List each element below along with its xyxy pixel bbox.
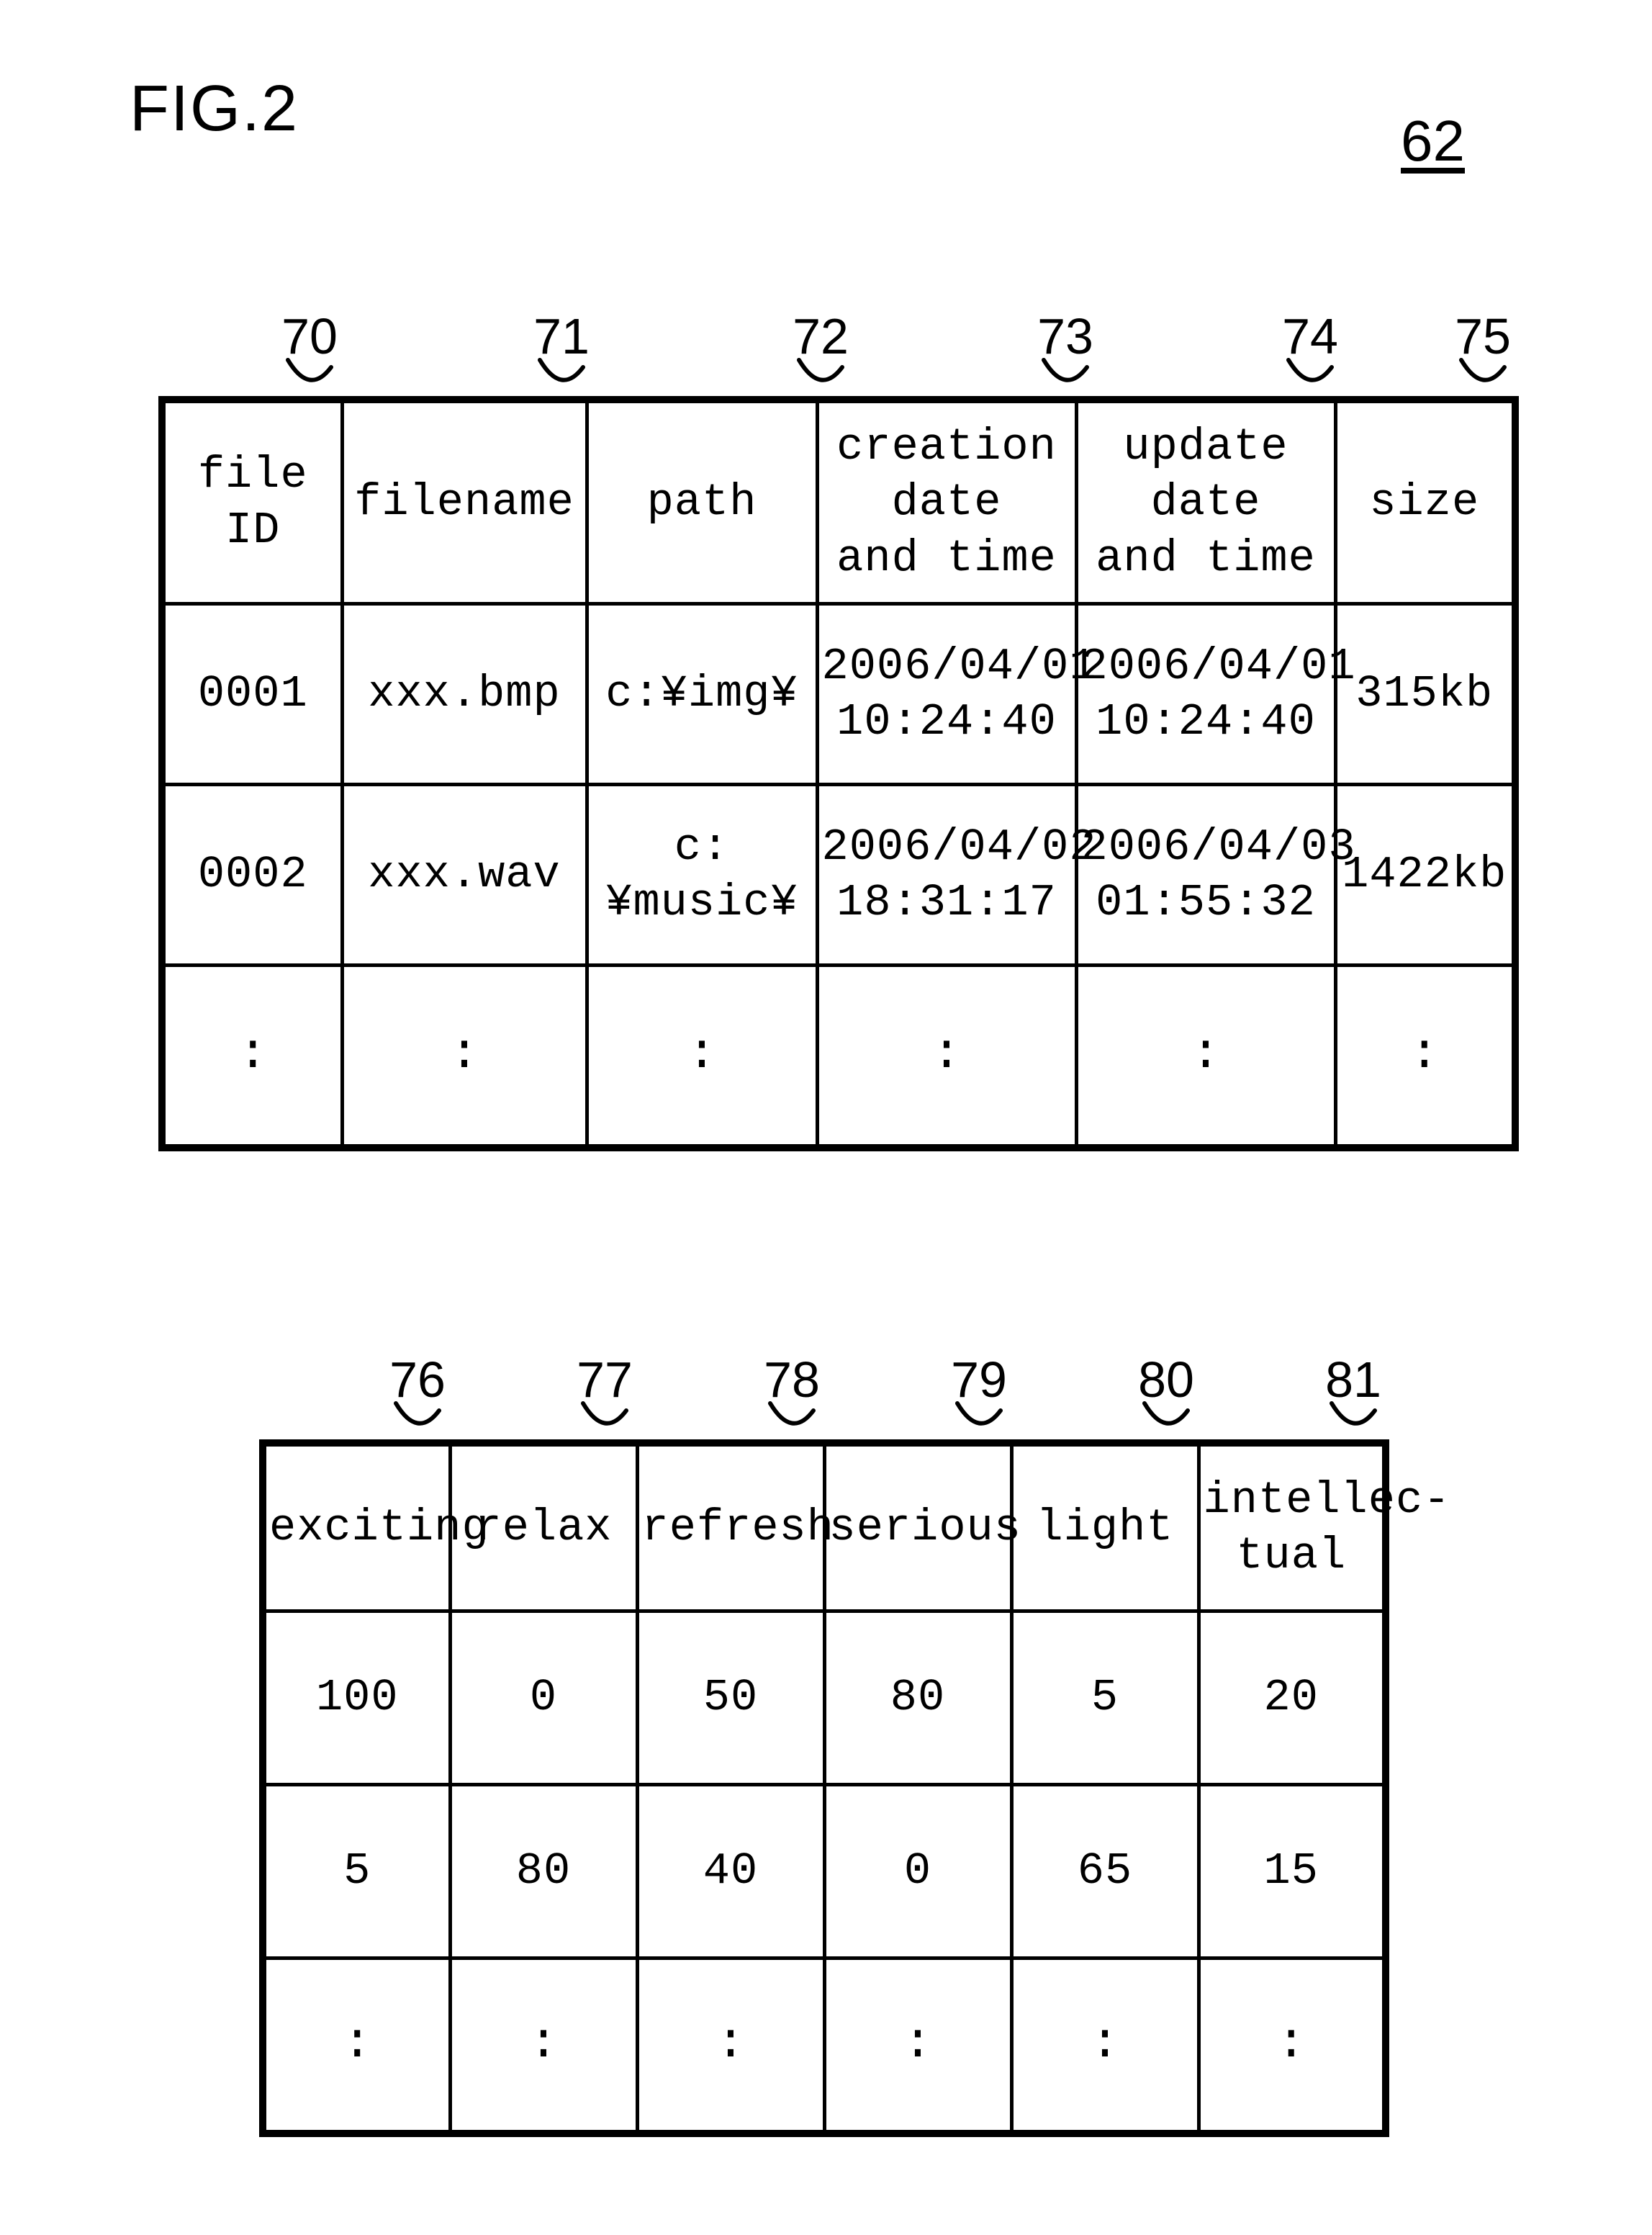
vdots-icon: :: [1199, 1959, 1386, 2134]
cell: 20: [1199, 1611, 1386, 1785]
mood-attribute-table: exciting relax refresh serious light int…: [259, 1439, 1389, 2137]
vdots-icon: :: [817, 966, 1076, 1148]
cell: 0: [824, 1785, 1011, 1959]
cell: 80: [450, 1785, 637, 1959]
table-row: 5 80 40 0 65 15: [263, 1785, 1386, 1959]
col-ref-label: 77: [576, 1351, 633, 1408]
col-ref-75: 75: [1454, 307, 1512, 396]
table-row: 100 0 50 80 5 20: [263, 1611, 1386, 1785]
cell: 0: [450, 1611, 637, 1785]
table-row-ellipsis: : : : : : :: [263, 1959, 1386, 2134]
cell: xxx.bmp: [342, 604, 587, 785]
table2-wrap: 76 77 78 79 80 81: [259, 1339, 1389, 2137]
cell: 2006/04/03 01:55:32: [1076, 785, 1335, 966]
col-ref-79: 79: [950, 1351, 1008, 1439]
vdots-icon: :: [1011, 1959, 1199, 2134]
table-header-row: exciting relax refresh serious light int…: [263, 1443, 1386, 1611]
col-ref-72: 72: [792, 307, 849, 396]
vdots-icon: :: [1076, 966, 1335, 1148]
col-ref-80: 80: [1137, 1351, 1195, 1439]
th-file-id: file ID: [162, 400, 342, 604]
col-ref-77: 77: [576, 1351, 633, 1439]
col-ref-78: 78: [763, 1351, 821, 1439]
col-ref-label: 79: [950, 1351, 1008, 1408]
cell: 65: [1011, 1785, 1199, 1959]
table1-wrap: 70 71 72 73 74 75: [158, 295, 1522, 1151]
th-exciting: exciting: [263, 1443, 450, 1611]
table-row: 0002 xxx.wav c:¥music¥ 2006/04/02 18:31:…: [162, 785, 1515, 966]
col-ref-label: 80: [1137, 1351, 1195, 1408]
cell: 5: [1011, 1611, 1199, 1785]
col-ref-74: 74: [1281, 307, 1339, 396]
table-row: 0001 xxx.bmp c:¥img¥ 2006/04/01 10:24:40…: [162, 604, 1515, 785]
col-ref-label: 71: [533, 307, 590, 365]
vdots-icon: :: [450, 1959, 637, 2134]
col-ref-71: 71: [533, 307, 590, 396]
file-metadata-table: file ID filename path creation date and …: [158, 396, 1519, 1151]
cell: xxx.wav: [342, 785, 587, 966]
cell: c:¥music¥: [587, 785, 817, 966]
cell: 1422kb: [1335, 785, 1515, 966]
th-intellectual: intellec- tual: [1199, 1443, 1386, 1611]
vdots-icon: :: [1335, 966, 1515, 1148]
col-ref-label: 75: [1454, 307, 1512, 365]
col-ref-label: 70: [281, 307, 338, 365]
th-filename: filename: [342, 400, 587, 604]
col-ref-label: 74: [1281, 307, 1339, 365]
cell: 2006/04/02 18:31:17: [817, 785, 1076, 966]
vdots-icon: :: [824, 1959, 1011, 2134]
figure-page: FIG.2 62 70 71 72 73 74: [0, 0, 1652, 2235]
th-light: light: [1011, 1443, 1199, 1611]
col-ref-70: 70: [281, 307, 338, 396]
figure-label: FIG.2: [130, 72, 299, 146]
reference-number-62: 62: [1401, 108, 1465, 174]
col-ref-label: 72: [792, 307, 849, 365]
cell: 315kb: [1335, 604, 1515, 785]
cell: 15: [1199, 1785, 1386, 1959]
th-relax: relax: [450, 1443, 637, 1611]
vdots-icon: :: [263, 1959, 450, 2134]
cell: 100: [263, 1611, 450, 1785]
th-size: size: [1335, 400, 1515, 604]
col-ref-label: 76: [389, 1351, 446, 1408]
vdots-icon: :: [637, 1959, 824, 2134]
col-ref-label: 73: [1037, 307, 1094, 365]
th-serious: serious: [824, 1443, 1011, 1611]
cell: 2006/04/01 10:24:40: [817, 604, 1076, 785]
vdots-icon: :: [587, 966, 817, 1148]
col-ref-81: 81: [1324, 1351, 1382, 1439]
th-creation: creation date and time: [817, 400, 1076, 604]
cell: 40: [637, 1785, 824, 1959]
table2-column-refs: 76 77 78 79 80 81: [259, 1339, 1389, 1439]
col-ref-label: 81: [1324, 1351, 1382, 1408]
cell: 0001: [162, 604, 342, 785]
cell: 5: [263, 1785, 450, 1959]
col-ref-76: 76: [389, 1351, 446, 1439]
th-update: update date and time: [1076, 400, 1335, 604]
col-ref-label: 78: [763, 1351, 821, 1408]
cell: c:¥img¥: [587, 604, 817, 785]
th-refresh: refresh: [637, 1443, 824, 1611]
th-path: path: [587, 400, 817, 604]
table-header-row: file ID filename path creation date and …: [162, 400, 1515, 604]
cell: 80: [824, 1611, 1011, 1785]
vdots-icon: :: [342, 966, 587, 1148]
table-row-ellipsis: : : : : : :: [162, 966, 1515, 1148]
cell: 0002: [162, 785, 342, 966]
table1-column-refs: 70 71 72 73 74 75: [158, 295, 1522, 396]
vdots-icon: :: [162, 966, 342, 1148]
cell: 50: [637, 1611, 824, 1785]
col-ref-73: 73: [1037, 307, 1094, 396]
cell: 2006/04/01 10:24:40: [1076, 604, 1335, 785]
